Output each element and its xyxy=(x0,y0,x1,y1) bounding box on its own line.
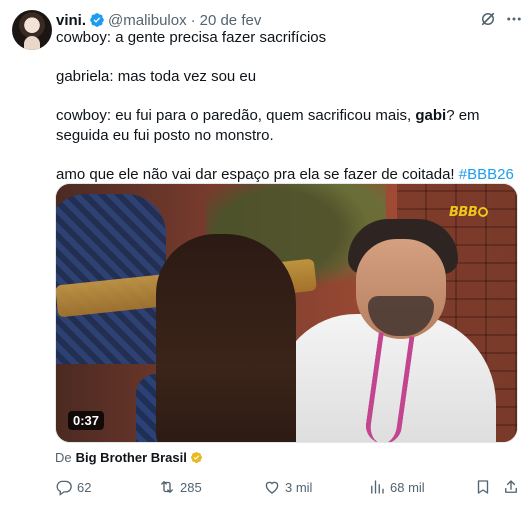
share-button[interactable] xyxy=(502,478,520,496)
tweet-line-part: cowboy: eu fui para o paredão, quem sacr… xyxy=(56,107,416,124)
tweet-line: gabriela: mas toda vez sou eu xyxy=(56,68,257,85)
reply-icon xyxy=(56,480,72,496)
tweet-bold-mention: gabi xyxy=(415,107,447,124)
bbb-watermark-logo: BBB xyxy=(449,205,489,220)
like-button[interactable]: 3 mil xyxy=(263,478,312,496)
retweet-icon xyxy=(161,481,173,493)
reply-count: 62 xyxy=(77,479,92,495)
watermark-text: BBB xyxy=(449,205,478,220)
tweet-line: cowboy: eu fui para o paredão, quem sacr… xyxy=(56,106,522,145)
video-player[interactable]: BBB 0:37 xyxy=(55,183,518,443)
tweet-line-part: amo que ele não vai dar espaço pra ela s… xyxy=(56,165,459,183)
views-button[interactable]: 68 mil xyxy=(368,478,425,496)
tweet-header: vini. @malibulox · 20 de fev xyxy=(56,10,261,30)
author-display-name[interactable]: vini. xyxy=(56,12,86,29)
video-person-hair xyxy=(156,234,296,442)
author-handle[interactable]: @malibulox xyxy=(108,12,187,29)
tweet-text: cowboy: a gente precisa fazer sacrifício… xyxy=(56,28,522,184)
reply-button[interactable]: 62 xyxy=(55,478,91,496)
tweet-line: amo que ele não vai dar espaço pra ela s… xyxy=(56,165,522,185)
video-duration: 0:37 xyxy=(68,411,105,430)
tweet-line: cowboy: a gente precisa fazer sacrifício… xyxy=(56,29,327,46)
verified-badge-icon xyxy=(90,13,104,27)
gold-verified-badge-icon xyxy=(190,451,202,464)
views-icon xyxy=(371,480,384,494)
author-avatar[interactable] xyxy=(12,10,52,50)
source-account-link[interactable]: Big Brother Brasil xyxy=(76,450,187,465)
share-icon xyxy=(505,480,517,493)
retweet-count: 285 xyxy=(180,479,202,495)
grok-icon[interactable] xyxy=(479,10,497,28)
watermark-eye-icon xyxy=(478,207,489,217)
views-count: 68 mil xyxy=(390,479,425,495)
tweet-date[interactable]: 20 de fev xyxy=(200,12,262,29)
like-icon xyxy=(265,481,279,494)
header-separator: · xyxy=(190,11,196,29)
tweet-actions: 62 285 3 mil 68 mil xyxy=(55,478,521,498)
source-prefix: De xyxy=(55,450,72,465)
hashtag-link[interactable]: #BBB26 xyxy=(459,166,514,183)
bookmark-button[interactable] xyxy=(474,478,492,496)
video-source: De Big Brother Brasil xyxy=(55,450,203,465)
more-icon[interactable] xyxy=(505,10,523,28)
like-count: 3 mil xyxy=(285,479,313,495)
bookmark-icon xyxy=(477,480,489,494)
retweet-button[interactable]: 285 xyxy=(158,478,202,496)
